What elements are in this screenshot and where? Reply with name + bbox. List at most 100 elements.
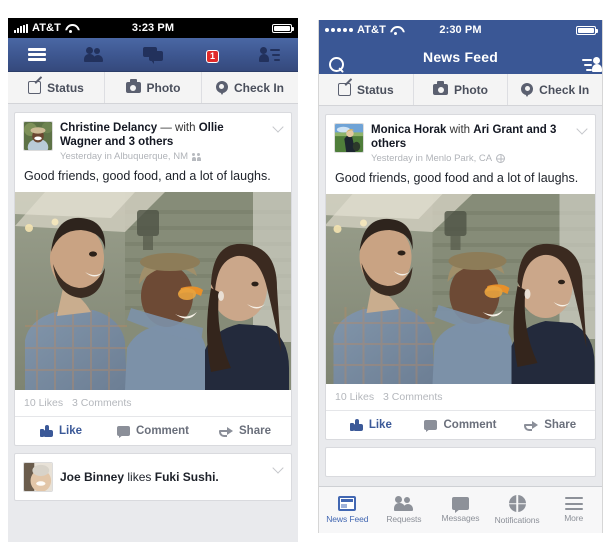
- like-story-action: likes: [127, 470, 152, 484]
- tab-messages-label: Messages: [441, 513, 480, 523]
- post-tagged[interactable]: Ari Grant: [473, 124, 523, 136]
- camera-icon: [125, 79, 141, 93]
- location-pin-icon: [521, 82, 534, 97]
- notification-badge: 1: [206, 49, 219, 63]
- status-left-group: AT&T: [14, 22, 76, 34]
- friend-list-button[interactable]: [240, 38, 298, 71]
- tab-notifications[interactable]: Notifications: [489, 487, 546, 533]
- status-right-group: [576, 25, 598, 35]
- share-button[interactable]: Share: [199, 417, 291, 445]
- menu-button[interactable]: [8, 38, 66, 71]
- tab-requests-label: Requests: [386, 514, 422, 524]
- globe-icon: [496, 154, 506, 163]
- phone-left-ios6: AT&T 3:23 PM 1 Status Photo Check In Chr…: [0, 0, 305, 542]
- composer-status-label: Status: [356, 82, 394, 97]
- tab-more[interactable]: More: [545, 487, 602, 533]
- messages-button[interactable]: [124, 38, 182, 71]
- likes-count[interactable]: 10 Likes: [24, 397, 63, 409]
- post-author[interactable]: Monica Horak: [371, 124, 446, 136]
- post-meta: Yesterday in Menlo Park, CA: [371, 153, 571, 164]
- composer-row-left: Status Photo Check In: [8, 72, 298, 104]
- like-story-author[interactable]: Joe Binney: [60, 470, 124, 484]
- notifications-button[interactable]: 1: [182, 38, 240, 71]
- feed-left[interactable]: Christine Delancy — with Ollie Wagner an…: [8, 105, 298, 542]
- post-counts: 10 Likes 3 Comments: [326, 384, 595, 410]
- friends-icon: [191, 152, 201, 161]
- friend-requests-icon: [84, 47, 106, 62]
- post-meta-text: Yesterday in Albuquerque, NM: [60, 151, 188, 162]
- post-byline: Monica Horak with Ari Grant and 3 others: [371, 123, 571, 151]
- comments-count[interactable]: 3 Comments: [72, 397, 132, 409]
- tab-requests[interactable]: Requests: [376, 487, 433, 533]
- like-button[interactable]: Like: [15, 417, 107, 445]
- thumbs-up-icon: [39, 425, 53, 437]
- tab-bar: News Feed Requests Messages Notification…: [319, 486, 602, 533]
- post-counts: 10 Likes 3 Comments: [15, 390, 291, 416]
- composer-status-button[interactable]: Status: [8, 72, 104, 103]
- news-feed-icon: [338, 496, 357, 511]
- notifications-globe-icon: [508, 495, 526, 512]
- comment-button[interactable]: Comment: [416, 411, 506, 439]
- avatar-image: [335, 124, 363, 152]
- tab-messages[interactable]: Messages: [432, 487, 489, 533]
- phone-right-ios7: AT&T 2:30 PM News Feed Status Photo Chec…: [305, 0, 610, 542]
- tab-news-feed[interactable]: News Feed: [319, 487, 376, 533]
- composer-status-button[interactable]: Status: [319, 74, 413, 105]
- like-story: Joe Binney likes Fuki Sushi.: [15, 454, 291, 500]
- requests-icon: [393, 496, 414, 511]
- page-title: News Feed: [423, 49, 498, 65]
- composer-checkin-label: Check In: [539, 82, 590, 97]
- messages-icon: [143, 47, 163, 64]
- avatar[interactable]: [23, 121, 53, 151]
- comment-label: Comment: [135, 425, 190, 437]
- nav-bar-right: News Feed: [319, 40, 602, 74]
- composer-status-label: Status: [47, 80, 84, 95]
- feed-right[interactable]: Monica Horak with Ari Grant and 3 others…: [319, 107, 602, 486]
- share-button[interactable]: Share: [505, 411, 595, 439]
- status-bar-left: AT&T 3:23 PM: [8, 18, 298, 38]
- chevron-down-icon[interactable]: [578, 125, 587, 134]
- post-author[interactable]: Christine Delancy: [60, 122, 157, 134]
- pencil-square-icon: [28, 81, 42, 94]
- nav-bar-left: 1: [8, 38, 298, 72]
- avatar[interactable]: [334, 123, 364, 153]
- post-meta-text: Yesterday in Menlo Park, CA: [371, 153, 493, 164]
- like-button[interactable]: Like: [326, 411, 416, 439]
- status-bar-right: AT&T 2:30 PM: [319, 20, 602, 40]
- post-photo[interactable]: [15, 192, 291, 390]
- post-connector: with: [449, 124, 471, 136]
- composer-photo-button[interactable]: Photo: [104, 72, 201, 103]
- tab-news-feed-label: News Feed: [326, 514, 369, 524]
- pencil-square-icon: [337, 83, 351, 96]
- like-label: Like: [368, 419, 392, 431]
- post-actions: Like Comment Share: [15, 416, 291, 445]
- signal-bars-icon: [14, 23, 28, 33]
- composer-checkin-button[interactable]: Check In: [507, 74, 602, 105]
- composer-photo-label: Photo: [146, 80, 181, 95]
- like-story-object[interactable]: Fuki Sushi.: [155, 470, 219, 484]
- post-card: Joe Binney likes Fuki Sushi.: [14, 453, 292, 501]
- post-actions: Like Comment Share: [326, 410, 595, 439]
- screenshot-root: AT&T 3:23 PM 1 Status Photo Check In Chr…: [0, 0, 610, 542]
- post-card-partial: [325, 447, 596, 477]
- avatar[interactable]: [23, 462, 53, 492]
- screen-right: AT&T 2:30 PM News Feed Status Photo Chec…: [318, 20, 603, 533]
- carrier-label: AT&T: [357, 24, 386, 36]
- composer-photo-button[interactable]: Photo: [412, 74, 508, 105]
- share-label: Share: [544, 419, 577, 431]
- chevron-down-icon[interactable]: [274, 464, 283, 473]
- friend-requests-button[interactable]: [66, 38, 124, 71]
- post-byline-block: Monica Horak with Ari Grant and 3 others…: [371, 123, 587, 164]
- comment-button[interactable]: Comment: [107, 417, 199, 445]
- comments-count[interactable]: 3 Comments: [383, 391, 443, 403]
- share-arrow-icon: [524, 420, 539, 431]
- likes-count[interactable]: 10 Likes: [335, 391, 374, 403]
- post-byline: Christine Delancy — with Ollie Wagner an…: [60, 121, 267, 149]
- post-header: Christine Delancy — with Ollie Wagner an…: [15, 113, 291, 166]
- composer-checkin-button[interactable]: Check In: [201, 72, 298, 103]
- post-photo[interactable]: [326, 194, 595, 384]
- post-others[interactable]: and 3 others: [105, 136, 173, 148]
- status-right-group: [272, 23, 294, 33]
- comment-label: Comment: [443, 419, 497, 431]
- chevron-down-icon[interactable]: [274, 123, 283, 132]
